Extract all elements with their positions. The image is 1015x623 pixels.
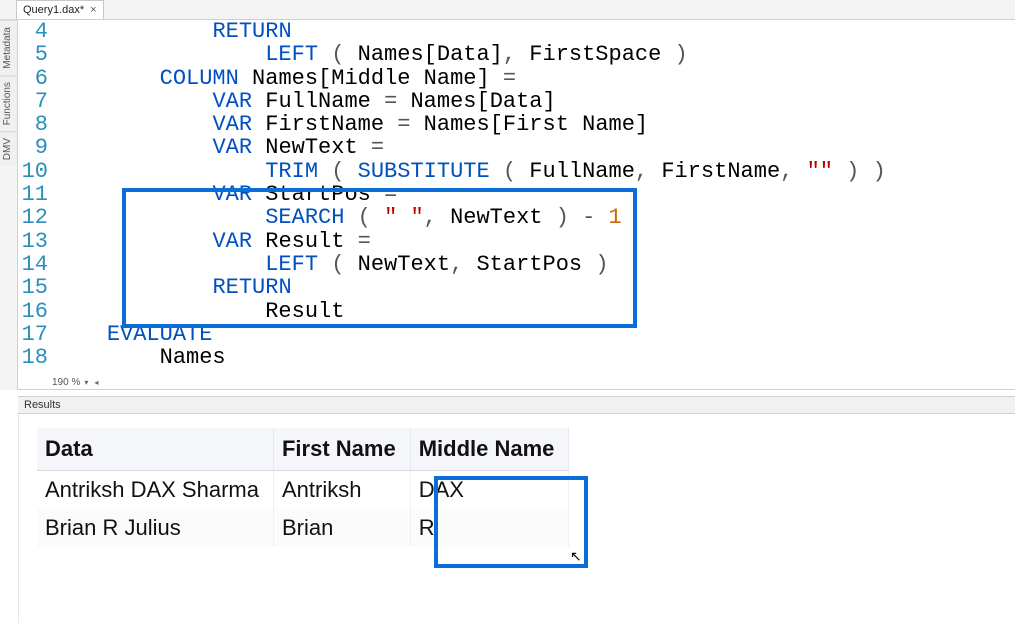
results-panel-header[interactable]: Results: [18, 396, 1015, 414]
sidetab-dmv[interactable]: DMV: [0, 131, 17, 166]
code-line[interactable]: TRIM ( SUBSTITUTE ( FullName, FirstName,…: [54, 160, 1015, 183]
code-line[interactable]: LEFT ( NewText, StartPos ): [54, 253, 1015, 276]
column-header[interactable]: Data: [37, 428, 273, 471]
results-panel-title: Results: [24, 399, 61, 411]
table-row[interactable]: Brian R JuliusBrianR: [37, 509, 569, 547]
table-cell: Brian R Julius: [37, 509, 273, 547]
column-header[interactable]: Middle Name: [410, 428, 569, 471]
zoom-indicator[interactable]: 190 % ▾ ◂: [18, 375, 98, 389]
code-line[interactable]: RETURN: [54, 276, 1015, 299]
file-tab-label: Query1.dax*: [23, 4, 84, 16]
code-line[interactable]: RETURN: [54, 20, 1015, 43]
code-line[interactable]: EVALUATE: [54, 323, 1015, 346]
chevron-left-icon: ◂: [94, 378, 98, 387]
code-line[interactable]: LEFT ( Names[Data], FirstSpace ): [54, 43, 1015, 66]
zoom-value: 190 %: [52, 377, 80, 388]
code-line[interactable]: VAR FirstName = Names[First Name]: [54, 113, 1015, 136]
code-line[interactable]: VAR FullName = Names[Data]: [54, 90, 1015, 113]
code-line[interactable]: VAR NewText =: [54, 136, 1015, 159]
code-line[interactable]: SEARCH ( " ", NewText ) - 1: [54, 206, 1015, 229]
sidetab-functions[interactable]: Functions: [0, 75, 17, 131]
code-line[interactable]: VAR Result =: [54, 230, 1015, 253]
results-table[interactable]: DataFirst NameMiddle NameAntriksh DAX Sh…: [37, 428, 569, 547]
table-cell: Antriksh: [273, 471, 410, 510]
close-icon[interactable]: ×: [90, 5, 96, 16]
line-number-gutter: 456789101112131415161718: [18, 20, 54, 369]
table-cell: Brian: [273, 509, 410, 547]
file-tab[interactable]: Query1.dax* ×: [16, 0, 104, 19]
code-line[interactable]: VAR StartPos =: [54, 183, 1015, 206]
table-cell: R: [410, 509, 569, 547]
results-panel: DataFirst NameMiddle NameAntriksh DAX Sh…: [18, 414, 1015, 623]
code-editor[interactable]: 456789101112131415161718 RETURN LEFT ( N…: [18, 20, 1015, 390]
code-line[interactable]: Names: [54, 346, 1015, 369]
table-cell: DAX: [410, 471, 569, 510]
sidetab-metadata[interactable]: Metadata: [0, 20, 17, 75]
table-cell: Antriksh DAX Sharma: [37, 471, 273, 510]
chevron-down-icon: ▾: [84, 378, 88, 387]
tab-bar: Query1.dax* ×: [0, 0, 1015, 20]
code-line[interactable]: Result: [54, 300, 1015, 323]
table-row[interactable]: Antriksh DAX SharmaAntrikshDAX: [37, 471, 569, 510]
column-header[interactable]: First Name: [273, 428, 410, 471]
code-lines[interactable]: RETURN LEFT ( Names[Data], FirstSpace ) …: [54, 20, 1015, 369]
side-tabs: Metadata Functions DMV: [0, 20, 18, 390]
code-line[interactable]: COLUMN Names[Middle Name] =: [54, 67, 1015, 90]
